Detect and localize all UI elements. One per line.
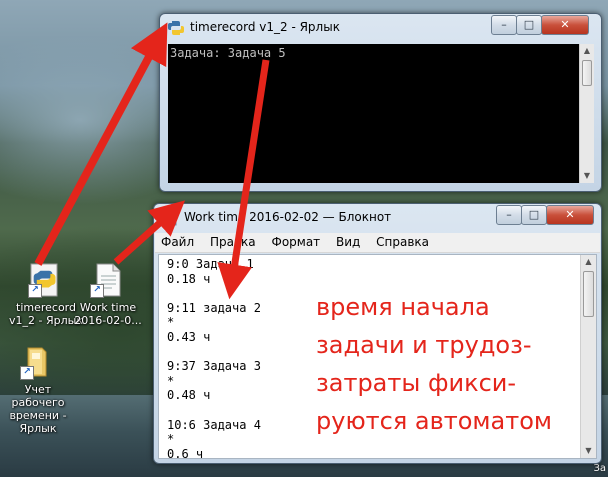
arrow-console-to-notepad xyxy=(217,59,270,300)
annotation-text: время начала задачи и трудоз- затраты фи… xyxy=(316,293,552,435)
arrow-to-notepad xyxy=(113,200,186,265)
arrow-to-console xyxy=(34,22,168,266)
